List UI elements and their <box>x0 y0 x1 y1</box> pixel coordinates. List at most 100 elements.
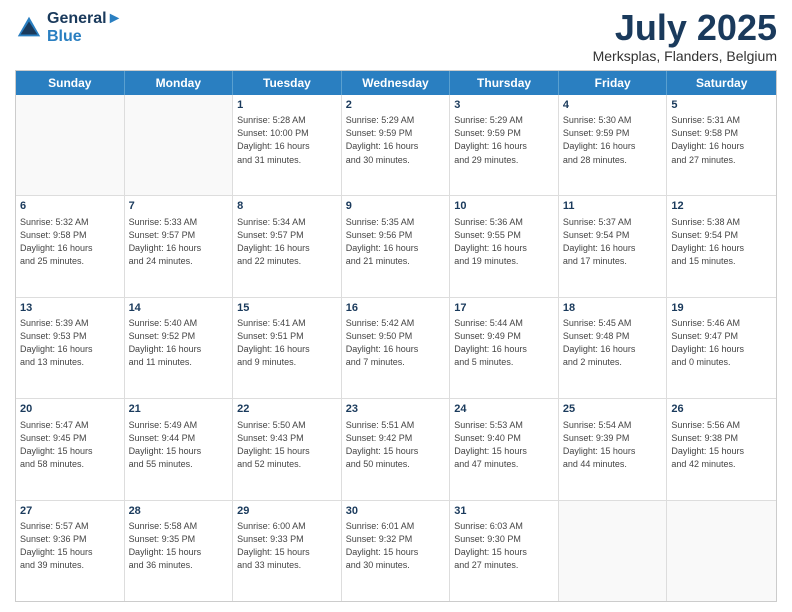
day-number: 13 <box>20 301 120 316</box>
cell-info: Sunrise: 5:42 AMSunset: 9:50 PMDaylight:… <box>346 317 446 369</box>
cal-row-3: 20 Sunrise: 5:47 AMSunset: 9:45 PMDayligh… <box>16 398 776 499</box>
day-number: 10 <box>454 199 554 214</box>
page: General► Blue July 2025 Merksplas, Fland… <box>0 0 792 612</box>
cell-info: Sunrise: 5:46 AMSunset: 9:47 PMDaylight:… <box>671 317 772 369</box>
day-number: 18 <box>563 301 663 316</box>
header-friday: Friday <box>559 71 668 95</box>
cal-cell-2-1: 14Sunrise: 5:40 AMSunset: 9:52 PMDayligh… <box>125 298 234 398</box>
cell-info: Sunrise: 5:45 AMSunset: 9:48 PMDaylight:… <box>563 317 663 369</box>
cal-cell-3-2: 22 Sunrise: 5:50 AMSunset: 9:43 PMDayligh… <box>233 399 342 499</box>
day-number: 21 <box>129 402 229 417</box>
cell-info: Sunrise: 5:38 AMSunset: 9:54 PMDaylight:… <box>671 216 772 268</box>
cell-info: Sunrise: 5:50 AMSunset: 9:43 PMDaylight:… <box>237 419 337 471</box>
cell-info: Sunrise: 5:33 AMSunset: 9:57 PMDaylight:… <box>129 216 229 268</box>
cal-cell-2-3: 16Sunrise: 5:42 AMSunset: 9:50 PMDayligh… <box>342 298 451 398</box>
cal-cell-2-0: 13Sunrise: 5:39 AMSunset: 9:53 PMDayligh… <box>16 298 125 398</box>
cell-info: Sunrise: 5:44 AMSunset: 9:49 PMDaylight:… <box>454 317 554 369</box>
cal-cell-1-3: 9 Sunrise: 5:35 AMSunset: 9:56 PMDaylight… <box>342 196 451 296</box>
cell-info: Sunrise: 5:29 AMSunset: 9:59 PMDaylight:… <box>346 114 446 166</box>
cell-info: Sunrise: 6:00 AMSunset: 9:33 PMDaylight:… <box>237 520 337 572</box>
day-number: 14 <box>129 301 229 316</box>
cal-cell-1-5: 11Sunrise: 5:37 AMSunset: 9:54 PMDayligh… <box>559 196 668 296</box>
day-number: 28 <box>129 504 229 519</box>
day-number: 1 <box>237 98 337 113</box>
cell-info: Sunrise: 5:29 AMSunset: 9:59 PMDaylight:… <box>454 114 554 166</box>
calendar: Sunday Monday Tuesday Wednesday Thursday… <box>15 70 777 602</box>
cal-cell-0-0 <box>16 95 125 195</box>
cal-row-4: 27Sunrise: 5:57 AMSunset: 9:36 PMDayligh… <box>16 500 776 601</box>
cal-row-0: 1Sunrise: 5:28 AMSunset: 10:00 PMDayligh… <box>16 95 776 195</box>
header-monday: Monday <box>125 71 234 95</box>
title-section: July 2025 Merksplas, Flanders, Belgium <box>593 10 777 64</box>
day-number: 31 <box>454 504 554 519</box>
day-number: 3 <box>454 98 554 113</box>
cell-info: Sunrise: 5:34 AMSunset: 9:57 PMDaylight:… <box>237 216 337 268</box>
day-number: 6 <box>20 199 120 214</box>
cal-cell-0-5: 4Sunrise: 5:30 AMSunset: 9:59 PMDaylight… <box>559 95 668 195</box>
cell-info: Sunrise: 6:01 AMSunset: 9:32 PMDaylight:… <box>346 520 446 572</box>
day-number: 15 <box>237 301 337 316</box>
day-number: 8 <box>237 199 337 214</box>
cal-row-2: 13Sunrise: 5:39 AMSunset: 9:53 PMDayligh… <box>16 297 776 398</box>
day-number: 7 <box>129 199 229 214</box>
cal-cell-3-5: 25Sunrise: 5:54 AMSunset: 9:39 PMDayligh… <box>559 399 668 499</box>
cal-cell-4-4: 31Sunrise: 6:03 AMSunset: 9:30 PMDayligh… <box>450 501 559 601</box>
day-number: 29 <box>237 504 337 519</box>
cal-row-1: 6 Sunrise: 5:32 AMSunset: 9:58 PMDaylight… <box>16 195 776 296</box>
cal-cell-1-2: 8 Sunrise: 5:34 AMSunset: 9:57 PMDaylight… <box>233 196 342 296</box>
cell-info: Sunrise: 5:32 AMSunset: 9:58 PMDaylight:… <box>20 216 120 268</box>
cal-cell-0-6: 5Sunrise: 5:31 AMSunset: 9:58 PMDaylight… <box>667 95 776 195</box>
calendar-header: Sunday Monday Tuesday Wednesday Thursday… <box>16 71 776 95</box>
cal-cell-4-2: 29Sunrise: 6:00 AMSunset: 9:33 PMDayligh… <box>233 501 342 601</box>
cell-info: Sunrise: 5:49 AMSunset: 9:44 PMDaylight:… <box>129 419 229 471</box>
cal-cell-1-1: 7 Sunrise: 5:33 AMSunset: 9:57 PMDaylight… <box>125 196 234 296</box>
cal-cell-4-0: 27Sunrise: 5:57 AMSunset: 9:36 PMDayligh… <box>16 501 125 601</box>
header-saturday: Saturday <box>667 71 776 95</box>
header-tuesday: Tuesday <box>233 71 342 95</box>
cal-cell-1-4: 10 Sunrise: 5:36 AMSunset: 9:55 PMDayligh… <box>450 196 559 296</box>
cal-cell-2-4: 17Sunrise: 5:44 AMSunset: 9:49 PMDayligh… <box>450 298 559 398</box>
location: Merksplas, Flanders, Belgium <box>593 48 777 64</box>
cell-info: Sunrise: 5:56 AMSunset: 9:38 PMDaylight:… <box>671 419 772 471</box>
cal-cell-2-5: 18Sunrise: 5:45 AMSunset: 9:48 PMDayligh… <box>559 298 668 398</box>
header-wednesday: Wednesday <box>342 71 451 95</box>
cal-cell-3-6: 26 Sunrise: 5:56 AMSunset: 9:38 PMDayligh… <box>667 399 776 499</box>
cell-info: Sunrise: 5:35 AMSunset: 9:56 PMDaylight:… <box>346 216 446 268</box>
cal-cell-2-6: 19Sunrise: 5:46 AMSunset: 9:47 PMDayligh… <box>667 298 776 398</box>
day-number: 30 <box>346 504 446 519</box>
cell-info: Sunrise: 5:54 AMSunset: 9:39 PMDaylight:… <box>563 419 663 471</box>
logo-text: General► Blue <box>47 10 122 45</box>
day-number: 16 <box>346 301 446 316</box>
day-number: 20 <box>20 402 120 417</box>
header: General► Blue July 2025 Merksplas, Fland… <box>15 10 777 64</box>
day-number: 12 <box>671 199 772 214</box>
cell-info: Sunrise: 5:39 AMSunset: 9:53 PMDaylight:… <box>20 317 120 369</box>
day-number: 24 <box>454 402 554 417</box>
cal-cell-1-6: 12 Sunrise: 5:38 AMSunset: 9:54 PMDayligh… <box>667 196 776 296</box>
logo-blue-text: Blue <box>47 28 122 46</box>
cal-cell-0-3: 2Sunrise: 5:29 AMSunset: 9:59 PMDaylight… <box>342 95 451 195</box>
day-number: 22 <box>237 402 337 417</box>
calendar-body: 1Sunrise: 5:28 AMSunset: 10:00 PMDayligh… <box>16 95 776 601</box>
cal-cell-1-0: 6 Sunrise: 5:32 AMSunset: 9:58 PMDaylight… <box>16 196 125 296</box>
cal-cell-3-1: 21 Sunrise: 5:49 AMSunset: 9:44 PMDayligh… <box>125 399 234 499</box>
cal-cell-0-4: 3Sunrise: 5:29 AMSunset: 9:59 PMDaylight… <box>450 95 559 195</box>
day-number: 26 <box>671 402 772 417</box>
cell-info: Sunrise: 5:41 AMSunset: 9:51 PMDaylight:… <box>237 317 337 369</box>
cell-info: Sunrise: 5:47 AMSunset: 9:45 PMDaylight:… <box>20 419 120 471</box>
cal-cell-3-0: 20 Sunrise: 5:47 AMSunset: 9:45 PMDayligh… <box>16 399 125 499</box>
cal-cell-4-5 <box>559 501 668 601</box>
cal-cell-4-3: 30Sunrise: 6:01 AMSunset: 9:32 PMDayligh… <box>342 501 451 601</box>
cell-info: Sunrise: 5:58 AMSunset: 9:35 PMDaylight:… <box>129 520 229 572</box>
cell-info: Sunrise: 6:03 AMSunset: 9:30 PMDaylight:… <box>454 520 554 572</box>
day-number: 9 <box>346 199 446 214</box>
cell-info: Sunrise: 5:37 AMSunset: 9:54 PMDaylight:… <box>563 216 663 268</box>
cell-info: Sunrise: 5:28 AMSunset: 10:00 PMDaylight… <box>237 114 337 166</box>
header-sunday: Sunday <box>16 71 125 95</box>
cal-cell-3-3: 23Sunrise: 5:51 AMSunset: 9:42 PMDayligh… <box>342 399 451 499</box>
cell-info: Sunrise: 5:36 AMSunset: 9:55 PMDaylight:… <box>454 216 554 268</box>
day-number: 27 <box>20 504 120 519</box>
day-number: 19 <box>671 301 772 316</box>
cal-cell-0-1 <box>125 95 234 195</box>
month-title: July 2025 <box>593 10 777 46</box>
